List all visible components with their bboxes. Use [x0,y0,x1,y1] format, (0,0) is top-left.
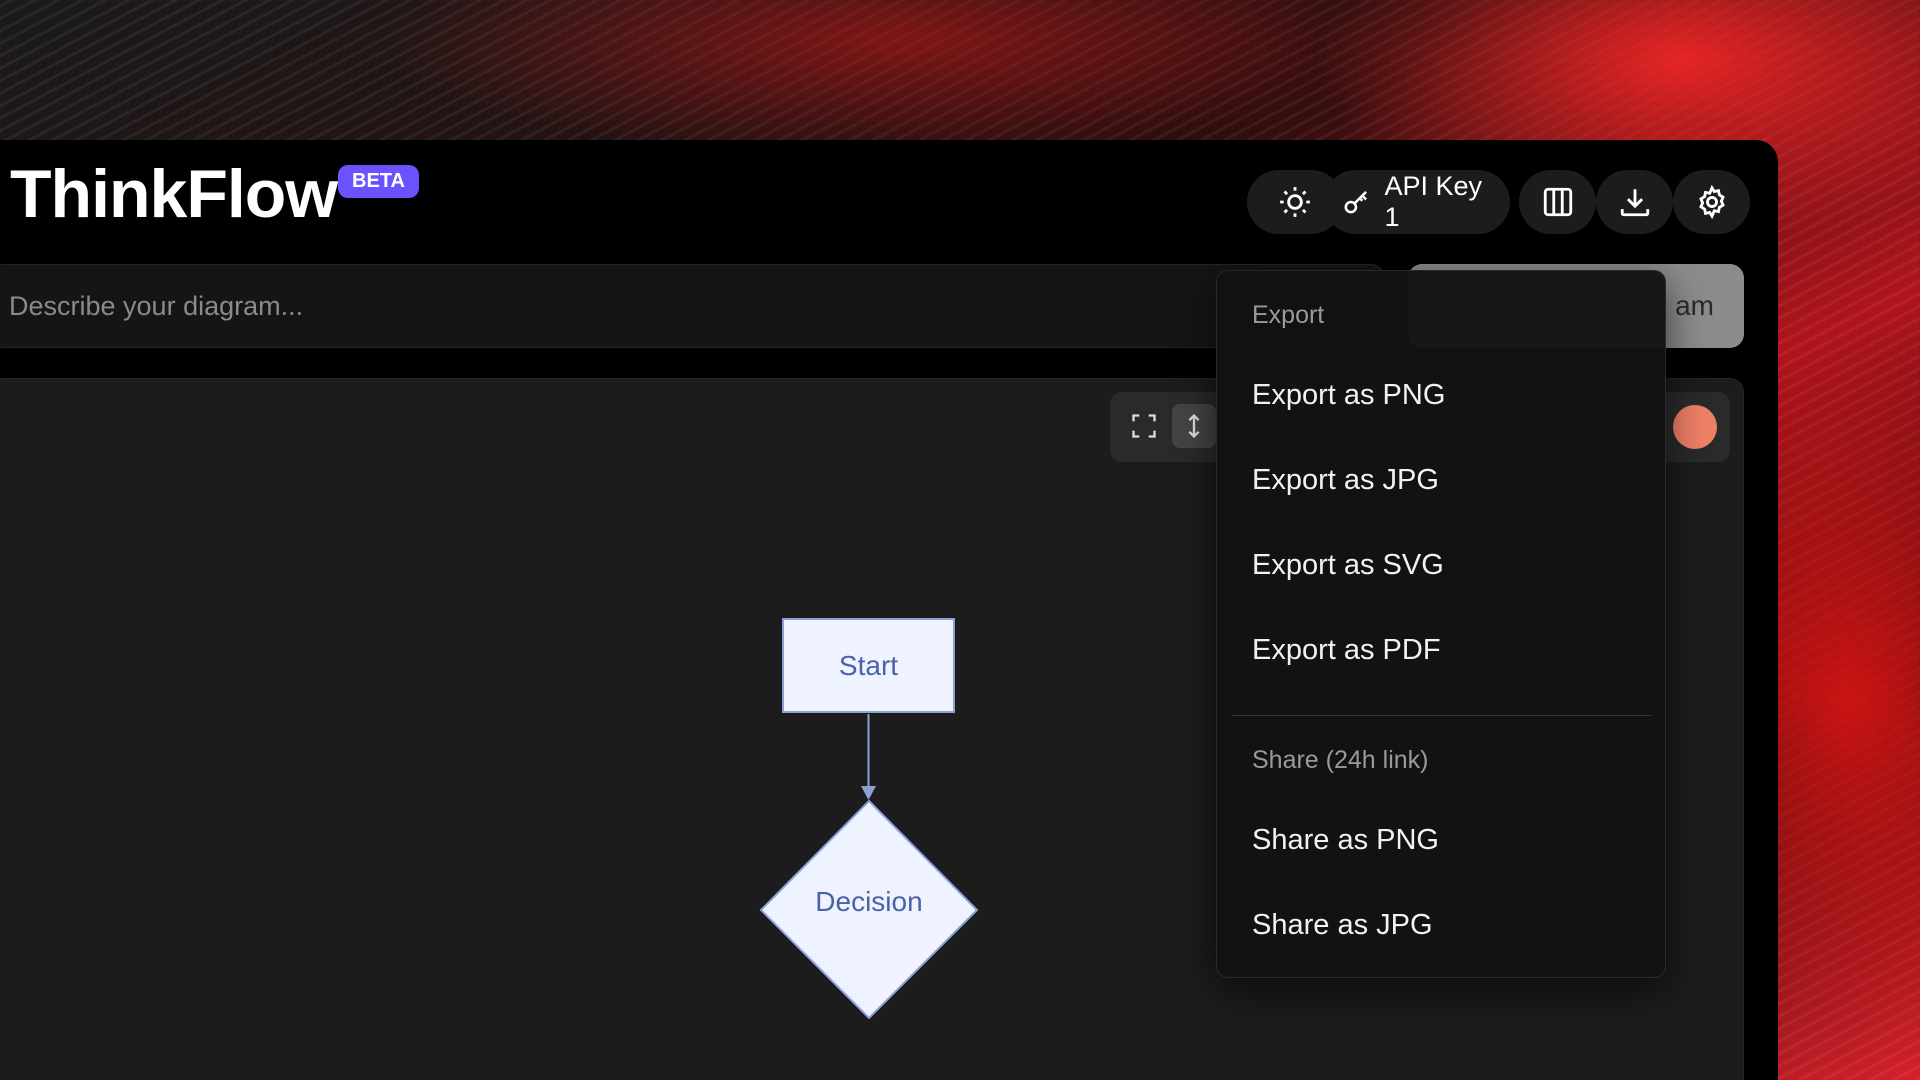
node-start-label: Start [838,649,899,681]
share-heading: Share (24h link) [1252,746,1429,774]
api-key-label: API Key 1 [1384,171,1482,232]
beta-badge: BETA [338,165,419,198]
sun-icon [1280,187,1310,217]
menu-item-export-pdf[interactable]: Export as PDF [1252,634,1441,667]
layout-toggle-button[interactable] [1519,170,1596,234]
api-key-button[interactable]: API Key 1 [1324,170,1510,234]
key-icon [1344,190,1368,214]
vertical-resize-icon [1188,413,1200,439]
columns-icon [1543,187,1572,217]
accent-dot[interactable] [1673,405,1717,449]
gear-icon [1698,185,1725,219]
menu-item-export-jpg[interactable]: Export as JPG [1252,464,1439,497]
expand-icon [1132,414,1156,438]
app-logo-text: ThinkFlow [10,156,338,232]
diagram-prompt-input[interactable]: Describe your diagram... [0,264,1385,348]
node-start[interactable]: Start [782,618,955,713]
download-button[interactable] [1596,170,1673,234]
node-decision-label: Decision [815,886,923,917]
fit-height-button[interactable] [1172,404,1216,448]
menu-item-export-svg[interactable]: Export as SVG [1252,549,1444,582]
menu-item-export-png[interactable]: Export as PNG [1252,379,1445,412]
download-icon [1620,189,1649,217]
menu-item-share-png[interactable]: Share as PNG [1252,824,1439,857]
menu-item-share-jpg[interactable]: Share as JPG [1252,909,1433,942]
export-heading: Export [1252,301,1325,329]
menu-divider [1232,715,1652,716]
settings-button[interactable] [1673,170,1750,234]
export-menu: Export Export as PNG Export as JPG Expor… [1216,270,1666,978]
fullscreen-button[interactable] [1122,404,1166,448]
